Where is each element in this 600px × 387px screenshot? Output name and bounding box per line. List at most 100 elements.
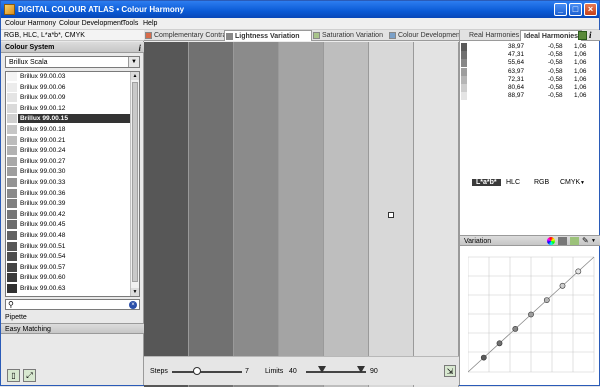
graph-point[interactable] [559,282,566,289]
graph-point[interactable] [480,354,487,361]
variation-graph[interactable] [468,252,596,377]
info-icon[interactable]: i [138,43,141,53]
tab-hlc[interactable]: HLC [506,179,520,186]
scroll-thumb[interactable] [132,82,138,282]
harmony-row[interactable]: 72,31 -0,58 1,06 [460,75,588,84]
list-item[interactable]: Brillux 99.00.21 [6,135,131,145]
harmony-value-l: 38,97 [508,43,524,50]
menu-help[interactable]: Help [143,20,157,27]
harmony-row[interactable]: 55,64 -0,58 1,06 [460,59,588,68]
lightness-stripe[interactable] [324,42,369,387]
easy-matching-header[interactable]: Easy Matching [1,323,144,334]
variation-dropdown-icon[interactable]: ▼ [591,238,596,244]
colour-scale-select[interactable]: Brillux Scala ▼ [5,56,140,68]
list-item[interactable]: Brillux 99.00.15 [6,114,131,124]
harmony-row[interactable]: 47,31 -0,58 1,06 [460,51,588,60]
lightness-stripe[interactable] [189,42,234,387]
lightness-stripe[interactable] [279,42,324,387]
list-item[interactable]: Brillux 99.00.09 [6,93,131,103]
list-item[interactable]: Brillux 99.00.48 [6,231,131,240]
close-button[interactable]: × [584,3,597,16]
maximize-button[interactable]: □ [569,3,582,16]
right-panel: Real Harmonies Ideal Harmonies i 38,97 -0… [459,30,600,385]
list-item[interactable]: Brillux 99.00.33 [6,178,131,187]
export-icon[interactable]: ⇲ [444,365,456,377]
lock-icon[interactable]: ▯ [7,369,20,382]
harmony-info-icon[interactable]: i [589,30,592,40]
colour-swatch [7,72,17,81]
tab-saturation-variation[interactable]: Saturation Variation [312,30,388,41]
colour-list[interactable]: Brillux 99.00.03 Brillux 99.00.06 Brillux … [5,71,140,297]
tab-lightness-variation[interactable]: Lightness Variation [224,30,312,41]
steps-slider-knob[interactable] [192,367,201,375]
scroll-down-icon[interactable]: ▼ [131,288,139,296]
app-icon [4,4,15,15]
colour-mode-label: RGB, HLC, L*a*b*, CMYK [4,32,85,39]
list-item[interactable]: Brillux 99.00.42 [6,209,131,219]
pipette-label[interactable]: Pipette [5,314,27,321]
swatch-icon[interactable] [558,237,567,245]
list-item[interactable]: Brillux 99.00.54 [6,252,131,262]
menu-colour-harmony[interactable]: Colour Harmony [5,20,56,27]
harmony-row[interactable]: 80,64 -0,58 1,06 [460,84,588,92]
list-item[interactable]: Brillux 99.00.30 [6,167,131,177]
list-item[interactable]: Brillux 99.00.60 [6,273,131,283]
graph-point[interactable] [528,311,534,318]
minimize-button[interactable]: _ [554,3,567,16]
graph-point[interactable] [496,340,503,347]
tab-ideal-harmonies[interactable]: Ideal Harmonies [520,30,583,41]
colour-swatch [7,252,17,262]
steps-slider-track[interactable] [172,371,242,373]
harmony-row[interactable]: 38,97 -0,58 1,06 [460,43,588,51]
list-item[interactable]: Brillux 99.00.12 [6,103,131,113]
harmony-value-a: -0,58 [548,84,563,91]
list-item[interactable]: Brillux 99.00.03 [6,72,131,81]
colour-wheel-icon[interactable] [547,237,555,245]
tab-colour-development[interactable]: Colour Development [388,30,462,41]
list-item[interactable]: Brillux 99.00.27 [6,156,131,166]
harmony-value-b: 1,06 [574,84,587,91]
clear-search-icon[interactable]: × [129,301,137,309]
list-item[interactable]: Brillux 99.00.18 [6,125,131,134]
tab-real-harmonies[interactable]: Real Harmonies [466,30,522,41]
menu-tools[interactable]: Tools [122,20,138,27]
tab-lab[interactable]: L*a*b* [472,179,501,186]
menu-colour-development[interactable]: Colour Development [59,20,123,27]
list-item[interactable]: Brillux 99.00.24 [6,146,131,156]
tab-complementary-contrast[interactable]: Complementary Contrast [144,30,232,41]
tab-rgb[interactable]: RGB [534,179,549,186]
limits-max-handle[interactable] [357,366,365,373]
list-scrollbar[interactable]: ▲ ▼ [130,72,139,296]
list-item[interactable]: Brillux 99.00.51 [6,241,131,251]
tab-cmyk[interactable]: CMYK [560,179,580,186]
pencil-icon[interactable]: ✎ [582,236,589,245]
selection-marker[interactable] [388,212,394,218]
chevron-down-icon[interactable]: ▼ [128,57,139,67]
lightness-stripes[interactable] [144,42,459,387]
lightness-stripe[interactable] [234,42,279,387]
scroll-up-icon[interactable]: ▲ [131,72,139,80]
search-input[interactable]: ⚲ × [5,299,140,310]
list-item[interactable]: Brillux 99.00.57 [6,262,131,272]
graph-point[interactable] [575,268,582,275]
colour-mode-bar[interactable]: RGB, HLC, L*a*b*, CMYK [1,30,144,41]
cmyk-dropdown-icon[interactable]: ▼ [580,180,585,186]
limits-min-handle[interactable] [318,366,326,373]
expand-icon[interactable]: ⤢ [23,369,36,382]
list-item[interactable]: Brillux 99.00.06 [6,82,131,92]
harmony-row[interactable]: 88,97 -0,58 1,06 [460,92,588,101]
lightness-stripe[interactable] [414,42,459,387]
list-item[interactable]: Brillux 99.00.63 [6,284,131,293]
lightness-stripe[interactable] [144,42,189,387]
graph-point[interactable] [543,297,550,303]
gradient-icon[interactable] [570,237,579,245]
title-bar[interactable]: DIGITAL COLOUR ATLAS • Colour Harmony _ … [1,1,599,18]
list-item[interactable]: Brillux 99.00.45 [6,220,131,230]
steps-value: 7 [245,368,249,375]
harmony-row[interactable]: 63,97 -0,58 1,06 [460,67,588,76]
variation-label: Variation [464,238,492,245]
export-harmony-icon[interactable] [578,31,587,40]
list-item[interactable]: Brillux 99.00.39 [6,199,131,209]
graph-point[interactable] [512,326,519,332]
list-item[interactable]: Brillux 99.00.36 [6,188,131,198]
